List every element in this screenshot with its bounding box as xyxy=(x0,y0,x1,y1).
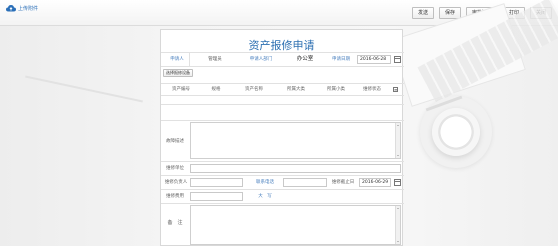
col-subcategory: 所属小类 xyxy=(327,87,345,92)
divider xyxy=(161,95,404,96)
background-cup xyxy=(432,108,480,156)
calendar-icon[interactable] xyxy=(394,56,401,63)
divider xyxy=(161,175,404,176)
repair-person-field[interactable] xyxy=(190,178,243,187)
phone-field[interactable] xyxy=(283,178,327,187)
col-repair-status: 维修状态 xyxy=(363,87,381,92)
cost-label: 维修费用 xyxy=(166,194,184,199)
dept-value: 办公室 xyxy=(296,56,314,62)
page-title: 资产报修申请 xyxy=(248,39,315,52)
remark-textarea[interactable] xyxy=(190,205,401,245)
deadline-field[interactable]: 2016-06-29 xyxy=(359,178,391,187)
phone-label: 联系电话 xyxy=(256,180,274,185)
dept-label: 申请人部门 xyxy=(249,57,273,62)
deadline-label: 维修截止日 xyxy=(331,180,355,185)
select-asset-button[interactable]: 选择报修设备 xyxy=(163,69,193,77)
send-button[interactable]: 发送 xyxy=(412,7,434,19)
upload-label: 上传附件 xyxy=(18,6,39,12)
divider xyxy=(161,104,404,105)
col-asset-no: 资产编号 xyxy=(172,87,190,92)
applicant-value: 管理员 xyxy=(208,57,222,62)
repair-unit-label: 维修单位 xyxy=(166,166,184,171)
divider xyxy=(189,52,190,66)
col-asset-name: 资产名称 xyxy=(245,87,263,92)
repair-unit-field[interactable] xyxy=(190,164,401,173)
cost-field[interactable] xyxy=(190,192,243,201)
divider xyxy=(161,66,404,67)
divider xyxy=(161,189,404,190)
apply-date-field[interactable]: 2016-06-28 xyxy=(357,55,391,64)
background-decoration xyxy=(25,75,143,103)
fault-label: 故障描述 xyxy=(166,139,184,144)
col-category: 所属大类 xyxy=(287,87,305,92)
date-label: 申请日期 xyxy=(332,57,350,62)
divider xyxy=(161,120,404,121)
divider xyxy=(161,161,404,162)
scrollbar[interactable] xyxy=(395,206,400,244)
fault-description-textarea[interactable] xyxy=(190,122,401,159)
table-menu-icon[interactable]: ≡ xyxy=(393,87,398,92)
scrollbar[interactable] xyxy=(395,123,400,158)
col-spec: 规格 xyxy=(211,87,221,92)
remark-label: 备 注 xyxy=(167,220,183,226)
capital-label: 大 写 xyxy=(258,194,272,199)
divider xyxy=(161,52,404,53)
calendar-icon[interactable] xyxy=(394,179,401,186)
cloud-upload-icon xyxy=(6,5,16,12)
upload-attachment-link[interactable]: 上传附件 xyxy=(6,5,38,12)
repair-request-form: 资产报修申请 申请人 管理员 申请人部门 办公室 申请日期 2016-06-28… xyxy=(160,29,404,246)
repair-person-label: 维修负责人 xyxy=(164,180,188,185)
divider xyxy=(161,203,404,204)
